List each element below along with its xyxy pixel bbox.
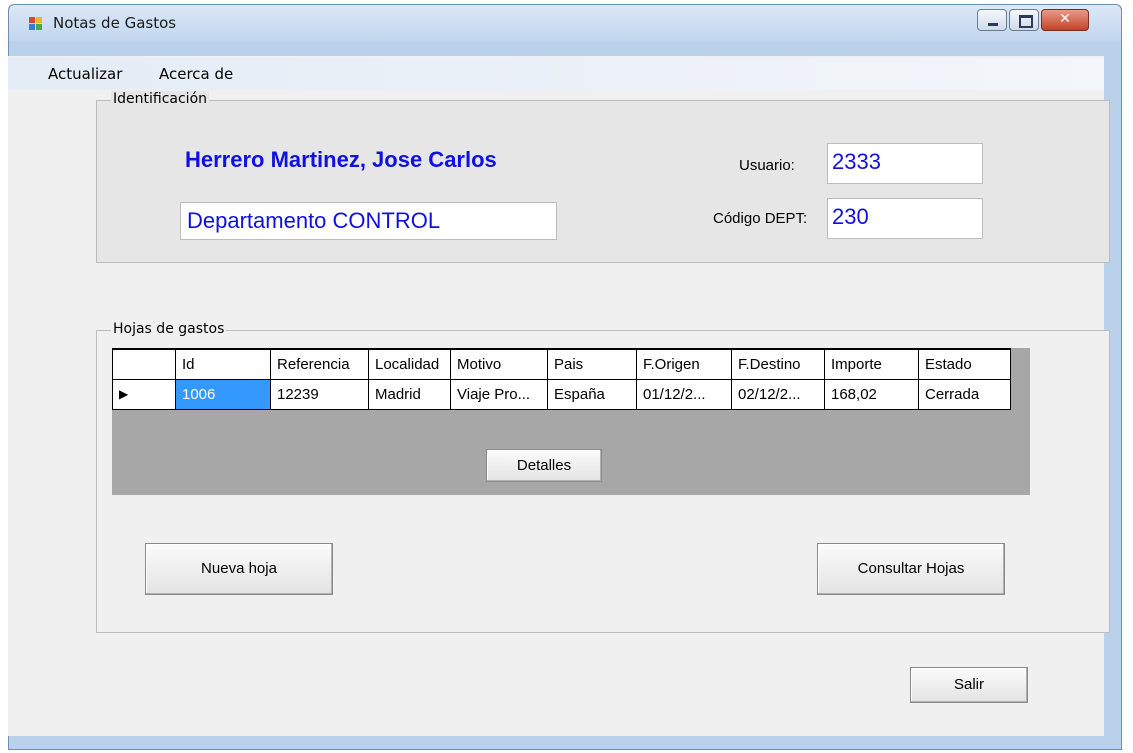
table-row[interactable]: ▶ 1006 12239 Madrid Viaje Pro... España … xyxy=(112,378,1011,410)
minimize-button[interactable] xyxy=(977,9,1007,31)
employee-name: Herrero Martinez, Jose Carlos xyxy=(185,147,497,172)
table-cell-forigen[interactable]: 01/12/2... xyxy=(636,378,732,410)
usuario-label: Usuario: xyxy=(739,157,795,174)
identificacion-group-label: Identificación xyxy=(111,91,210,107)
column-header-forigen[interactable]: F.Origen xyxy=(636,348,732,380)
column-header-motivo[interactable]: Motivo xyxy=(450,348,548,380)
app-icon xyxy=(29,17,43,31)
title-bar[interactable]: Notas de Gastos ✕ xyxy=(9,5,1121,41)
menu-item-actualizar[interactable]: Actualizar xyxy=(48,65,122,83)
consultar-hojas-button[interactable]: Consultar Hojas xyxy=(817,543,1005,595)
salir-button[interactable]: Salir xyxy=(910,667,1028,703)
table-cell-estado[interactable]: Cerrada xyxy=(918,378,1011,410)
table-header-row: Id Referencia Localidad Motivo Pais F.Or… xyxy=(112,348,1011,380)
table-cell-motivo[interactable]: Viaje Pro... xyxy=(450,378,548,410)
maximize-icon xyxy=(1019,15,1033,28)
department-field[interactable]: Departamento CONTROL xyxy=(180,202,557,240)
codigo-dept-field[interactable]: 230 xyxy=(827,198,983,239)
column-header-importe[interactable]: Importe xyxy=(824,348,919,380)
column-header-id[interactable]: Id xyxy=(175,348,271,380)
menu-item-acerca-de[interactable]: Acerca de xyxy=(159,65,233,83)
window-title: Notas de Gastos xyxy=(53,14,177,32)
maximize-button[interactable] xyxy=(1009,9,1039,31)
hojas-gastos-group-label: Hojas de gastos xyxy=(111,321,227,337)
salir-button-label: Salir xyxy=(953,676,984,693)
row-selector-icon[interactable]: ▶ xyxy=(112,378,176,410)
table-cell-importe[interactable]: 168,02 xyxy=(824,378,919,410)
close-button[interactable]: ✕ xyxy=(1041,9,1089,31)
column-header-fdestino[interactable]: F.Destino xyxy=(731,348,825,380)
detalles-button[interactable]: Detalles xyxy=(486,449,602,482)
column-header-estado[interactable]: Estado xyxy=(918,348,1011,380)
column-header-pais[interactable]: Pais xyxy=(547,348,637,380)
table-cell-id[interactable]: 1006 xyxy=(175,378,271,410)
nueva-hoja-button[interactable]: Nueva hoja xyxy=(145,543,333,595)
table-cell-localidad[interactable]: Madrid xyxy=(368,378,451,410)
codigo-dept-label: Código DEPT: xyxy=(713,210,808,227)
table-cell-pais[interactable]: España xyxy=(547,378,637,410)
consultar-hojas-button-label: Consultar Hojas xyxy=(857,560,965,577)
table-cell-fdestino[interactable]: 02/12/2... xyxy=(731,378,825,410)
detalles-button-label: Detalles xyxy=(516,457,572,474)
minimize-icon xyxy=(988,23,998,26)
column-header-referencia[interactable]: Referencia xyxy=(270,348,369,380)
table-cell-referencia[interactable]: 12239 xyxy=(270,378,369,410)
menu-bar: Actualizar Acerca de xyxy=(8,58,1104,90)
close-icon: ✕ xyxy=(1059,11,1071,27)
row-header-corner xyxy=(112,348,176,380)
expense-sheets-table: Id Referencia Localidad Motivo Pais F.Or… xyxy=(112,348,1011,410)
usuario-field[interactable]: 2333 xyxy=(827,143,983,184)
column-header-localidad[interactable]: Localidad xyxy=(368,348,451,380)
nueva-hoja-button-label: Nueva hoja xyxy=(201,560,277,577)
